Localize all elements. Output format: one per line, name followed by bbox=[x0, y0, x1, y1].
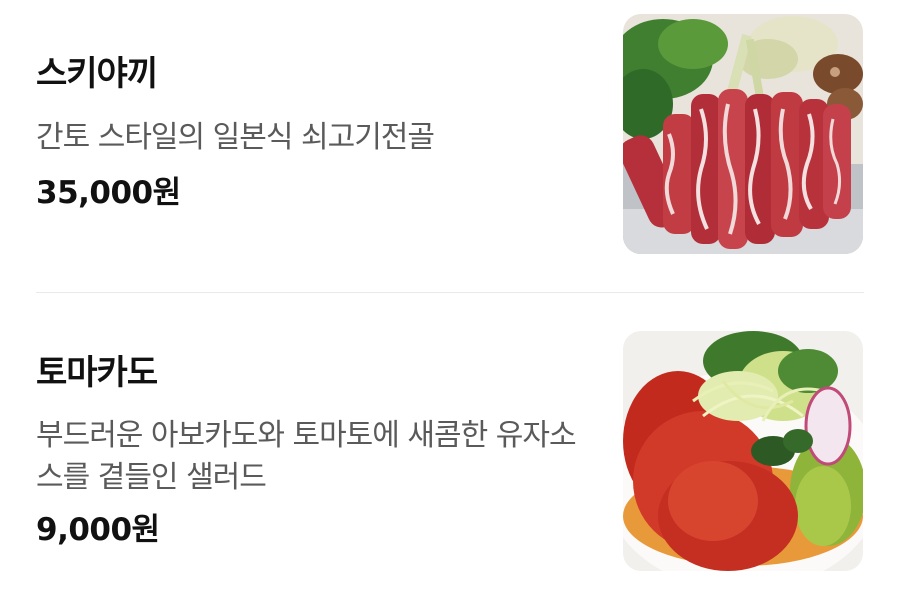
sukiyaki-photo[interactable] bbox=[623, 14, 863, 254]
menu-item-price: 9,000원 bbox=[36, 512, 160, 548]
menu-item-name: 스키야끼 bbox=[36, 54, 158, 94]
tomacado-salad-photo[interactable] bbox=[623, 331, 863, 571]
menu-list: 스키야끼 간토 스타일의 일본식 쇠고기전골 35,000원 토마카도 부드러운… bbox=[0, 0, 900, 602]
menu-divider bbox=[36, 292, 864, 293]
menu-item-price: 35,000원 bbox=[36, 175, 181, 211]
menu-item-name: 토마카도 bbox=[36, 353, 158, 393]
menu-item-description: 간토 스타일의 일본식 쇠고기전골 bbox=[36, 120, 435, 155]
menu-item-description: 부드러운 아보카도와 토마토에 새콤한 유자소스를 곁들인 샐러드 bbox=[36, 418, 577, 495]
menu-item-sukiyaki[interactable]: 스키야끼 간토 스타일의 일본식 쇠고기전골 35,000원 bbox=[0, 0, 900, 290]
menu-item-tomacado[interactable]: 토마카도 부드러운 아보카도와 토마토에 새콤한 유자소스를 곁들인 샐러드 9… bbox=[0, 296, 900, 602]
